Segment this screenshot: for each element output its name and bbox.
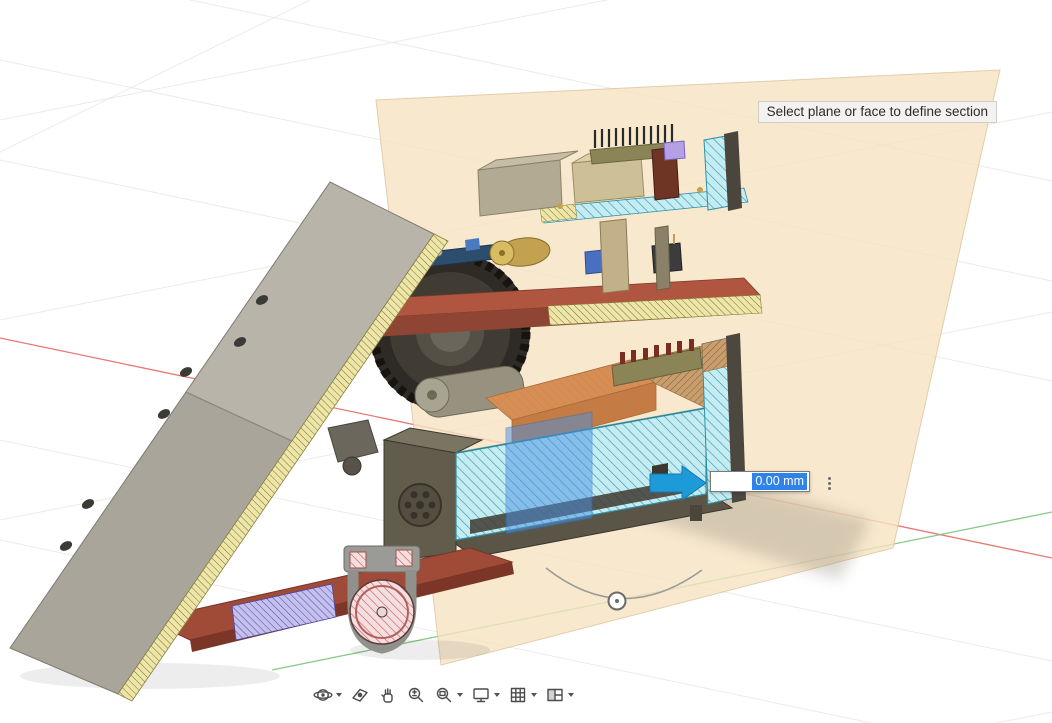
viewports-icon [545, 685, 565, 705]
orbit-dropdown-caret[interactable] [336, 693, 342, 697]
grid-and-snaps-dropdown-caret[interactable] [531, 693, 537, 697]
standoff-post [655, 226, 670, 290]
viewports-button[interactable] [542, 683, 577, 707]
look-at-icon [350, 685, 370, 705]
section-origin-handle[interactable] [609, 593, 626, 610]
pan-icon [378, 685, 398, 705]
zoom-window-icon [434, 685, 454, 705]
zoom-window-button[interactable] [431, 683, 466, 707]
section-offset-value[interactable]: 0.00 mm [752, 473, 807, 490]
viewports-dropdown-caret[interactable] [568, 693, 574, 697]
section-prompt-tooltip: Select plane or face to define section [758, 101, 997, 123]
viewport[interactable]: Select plane or face to define section 0… [0, 0, 1052, 723]
pan-button[interactable] [375, 683, 401, 707]
more-options-icon[interactable] [822, 473, 836, 493]
hinge-bracket [328, 420, 378, 475]
navigation-toolbar [310, 683, 577, 707]
selection-highlight [506, 412, 592, 534]
zoom-window-dropdown-caret[interactable] [457, 693, 463, 697]
display-settings-button[interactable] [468, 683, 503, 707]
look-at-button[interactable] [347, 683, 373, 707]
zoom-button[interactable] [403, 683, 429, 707]
display-settings-icon [471, 685, 491, 705]
section-prompt-text: Select plane or face to define section [767, 104, 988, 119]
zoom-icon [406, 685, 426, 705]
standoff-post [600, 219, 629, 293]
caster-wheel[interactable] [344, 546, 420, 648]
orbit-button[interactable] [310, 683, 345, 707]
grid-and-snaps-icon [508, 685, 528, 705]
section-offset-input[interactable]: 0.00 mm [710, 471, 810, 492]
grid-and-snaps-button[interactable] [505, 683, 540, 707]
display-settings-dropdown-caret[interactable] [494, 693, 500, 697]
orbit-icon [313, 685, 333, 705]
